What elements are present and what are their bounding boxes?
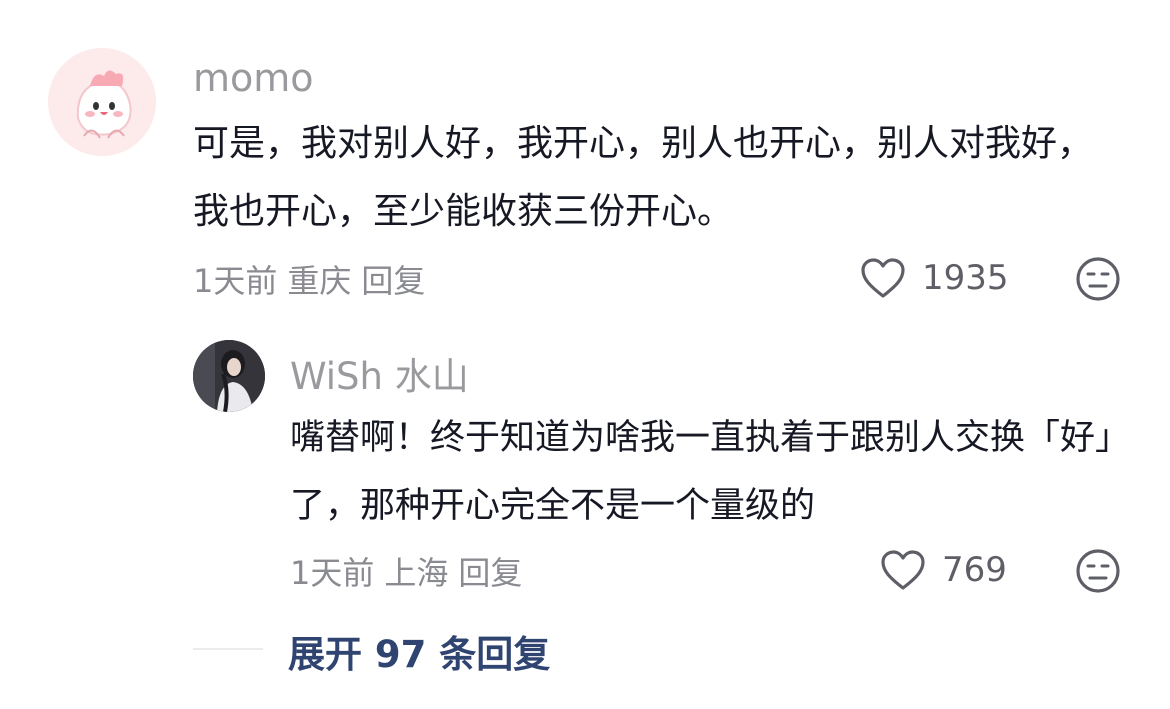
comment-2-location: 上海 (384, 554, 449, 592)
comment-1-dislike-button[interactable] (1074, 255, 1122, 307)
avatar-momo[interactable] (48, 48, 156, 156)
comment-1-location: 重庆 (287, 262, 352, 300)
comment-1-reply-button[interactable]: 回复 (361, 262, 425, 300)
comment-1-username[interactable]: momo (193, 56, 314, 100)
comment-2-time: 1天前 (290, 554, 375, 592)
dislike-face-icon (1076, 257, 1120, 301)
dislike-face-icon (1076, 549, 1120, 593)
heart-icon (881, 550, 925, 590)
avatar-wish[interactable] (193, 340, 265, 412)
comment-1-like-count: 1935 (922, 258, 1009, 298)
avatar-wish-icon (193, 340, 265, 412)
avatar-momo-icon (48, 48, 156, 156)
comment-2-like-button[interactable]: 769 (880, 548, 1007, 592)
comment-1-time: 1天前 (193, 262, 278, 300)
comment-2-username[interactable]: WiSh 水山 (290, 346, 469, 400)
heart-icon (861, 258, 905, 298)
expand-replies-button[interactable]: 展开 97 条回复 (288, 624, 550, 678)
expand-divider (193, 648, 263, 650)
comment-2-reply-button[interactable]: 回复 (458, 554, 522, 592)
comment-1-meta: 1天前 重庆 回复 (193, 256, 435, 302)
comment-1-content: 可是，我对别人好，我开心，别人也开心，别人对我好，我也开心，至少能收获三份开心。 (193, 123, 1094, 232)
comment-2-meta: 1天前 上海 回复 (290, 548, 532, 594)
comment-2-dislike-button[interactable] (1074, 547, 1122, 599)
comment-2-like-count: 769 (942, 550, 1007, 590)
comment-1-like-button[interactable]: 1935 (860, 256, 1009, 300)
comment-2-content: 嘴替啊！终于知道为啥我一直执着于跟别人交换「好」了，那种开心完全不是一个量级的 (290, 418, 1131, 526)
